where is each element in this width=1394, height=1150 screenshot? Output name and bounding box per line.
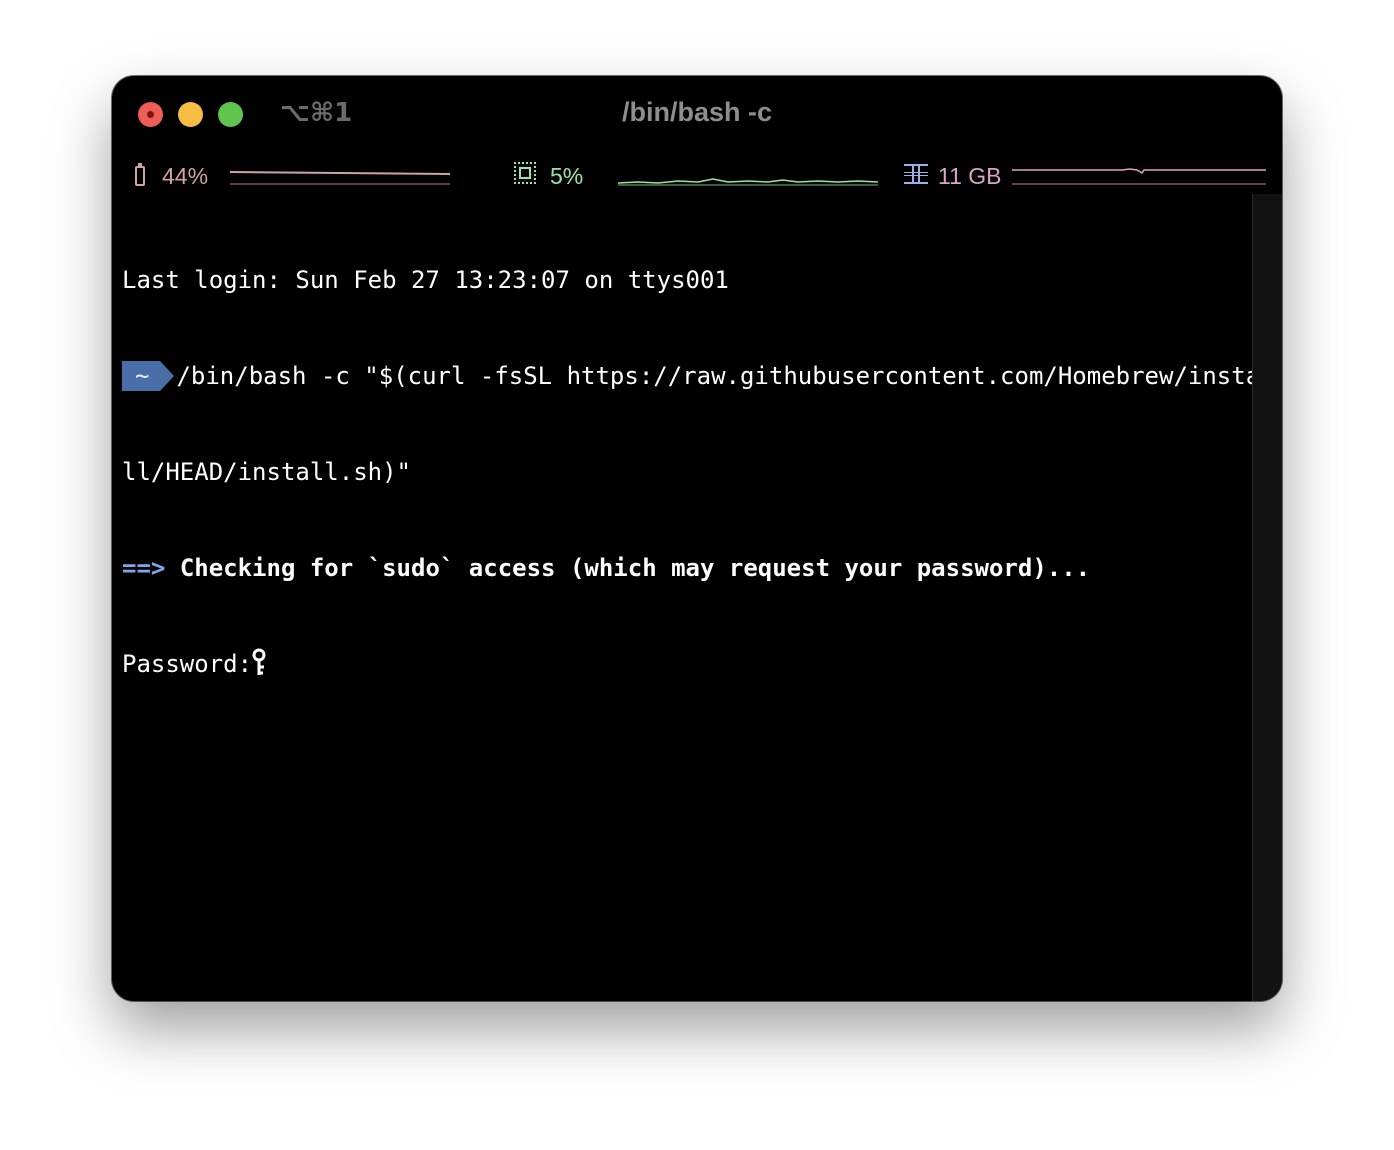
battery-sparkline	[230, 171, 451, 185]
window-title: /bin/bash -c	[621, 97, 773, 127]
memory-value: 11 GB	[938, 163, 1002, 189]
key-cursor-icon	[252, 648, 268, 678]
command-line: ~ /bin/bash -c "$(curl -fsSL https://raw.…	[122, 360, 1260, 392]
memory-sparkline	[1012, 168, 1266, 185]
command-text-1: /bin/bash -c "$(curl -fsSL https://raw.g…	[176, 362, 1261, 390]
terminal-scrollbar[interactable]	[1252, 194, 1282, 1001]
password-line[interactable]: Password:	[122, 648, 1252, 680]
status-bar: 44% 5% 11 GB	[112, 150, 1282, 196]
cpu-value: 5%	[550, 163, 584, 189]
cpu-status: 5%	[514, 156, 884, 192]
battery-spark-line	[230, 171, 451, 175]
title-bar[interactable]: ⌥⌘1 /bin/bash -c	[112, 76, 1282, 150]
memory-spark-line	[1012, 168, 1266, 175]
prompt-directory: ~	[135, 362, 150, 390]
battery-icon	[135, 163, 145, 186]
info-line: ==> Checking for `sudo` access (which ma…	[122, 552, 1252, 584]
prompt-directory-badge: ~	[122, 361, 176, 391]
terminal-output[interactable]: Last login: Sun Feb 27 13:23:07 on ttys0…	[122, 200, 1260, 990]
cpu-spark-line	[618, 178, 879, 184]
command-continuation-line: ll/HEAD/install.sh)"	[122, 458, 411, 486]
cpu-sparkline	[618, 178, 879, 186]
info-arrow: ==>	[122, 554, 166, 582]
info-text: Checking for `sudo` access (which may re…	[179, 554, 1091, 582]
battery-status: 44%	[132, 156, 452, 192]
key-cursor-svg	[252, 648, 266, 675]
cpu-chip-icon	[514, 162, 536, 184]
last-login-line: Last login: Sun Feb 27 13:23:07 on ttys0…	[122, 266, 729, 294]
memory-status: 11 GB	[904, 156, 1274, 192]
password-prompt: Password:	[122, 650, 253, 678]
memory-module-icon	[904, 164, 928, 184]
key-cursor-ring	[252, 648, 266, 662]
battery-value: 44%	[162, 163, 209, 189]
terminal-window: ⌥⌘1 /bin/bash -c 44% 5% 11 GB Last login…	[112, 76, 1282, 1001]
